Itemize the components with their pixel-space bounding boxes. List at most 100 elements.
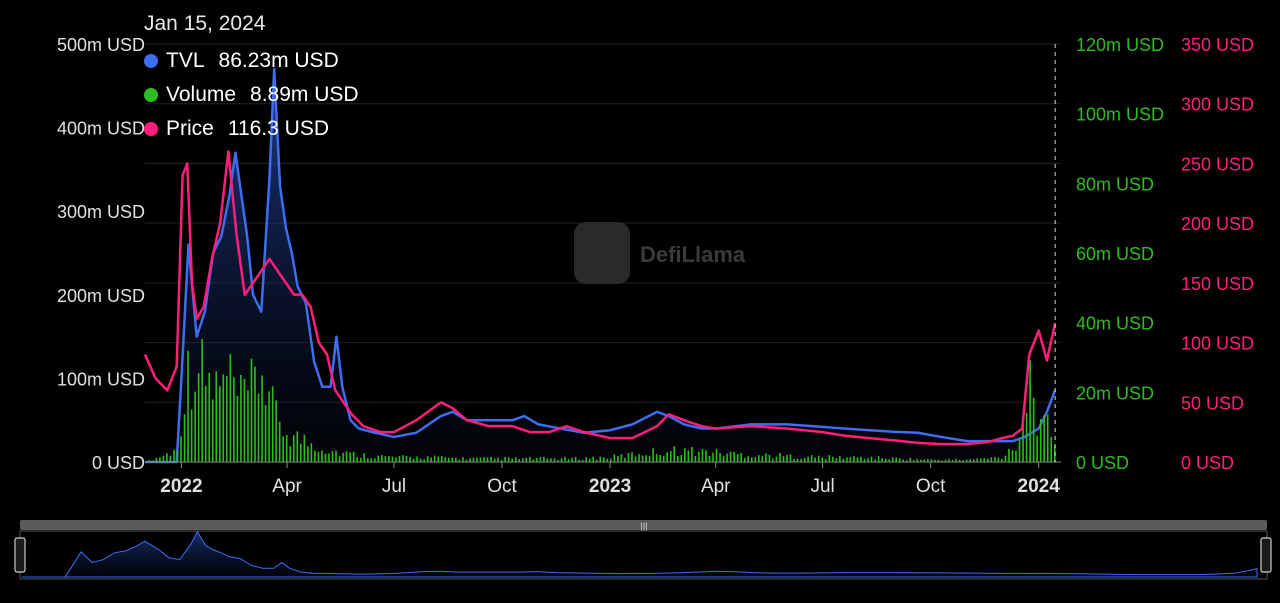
volume-bar [743, 457, 746, 462]
volume-bar [222, 374, 225, 462]
volume-bar [292, 435, 295, 462]
volume-bar [775, 456, 778, 462]
volume-bar [405, 455, 408, 462]
volume-bar [187, 350, 189, 462]
volume-bar [655, 454, 658, 462]
volume-bar [617, 456, 619, 462]
volume-bar [994, 457, 996, 462]
watermark-logo-icon [574, 222, 630, 284]
volume-bar [395, 457, 397, 462]
volume-bar [828, 455, 831, 462]
tooltip-tvl-value: 86.23m USD [218, 49, 339, 72]
price-axis-tick-label: 50 USD [1181, 393, 1244, 413]
tooltip-row-price: Price 116.3 USD [144, 112, 359, 146]
volume-bar [821, 457, 824, 462]
volume-bar [1015, 450, 1017, 462]
volume-bar [437, 456, 440, 462]
volume-bar [469, 458, 471, 462]
watermark-text: DefiLlama [640, 242, 746, 267]
navigator-right-handle[interactable] [1260, 537, 1272, 573]
volume-bar [849, 456, 852, 462]
volume-bar [525, 457, 528, 462]
volume-bar [627, 452, 630, 462]
volume-bar [684, 448, 686, 462]
volume-bar [1004, 455, 1007, 462]
tooltip-date: Jan 15, 2024 [144, 12, 266, 35]
volume-bar [388, 456, 390, 462]
volume-bar [726, 453, 728, 462]
volume-bar [877, 456, 880, 462]
x-axis-tick-label: 2023 [589, 476, 631, 497]
volume-bar [870, 456, 873, 462]
volume-bar [409, 456, 411, 462]
volume-bar [733, 451, 735, 462]
volume-bar [356, 457, 358, 462]
volume-bar [997, 457, 1000, 462]
volume-bar [810, 455, 813, 462]
volume-bar [514, 457, 517, 462]
volume-bar [236, 395, 239, 462]
volume-bar [190, 409, 193, 462]
volume-bar [243, 378, 246, 462]
volume-bar [666, 452, 669, 462]
volume-bar [233, 377, 235, 462]
volume-bar [359, 457, 362, 462]
price-axis-tick-label: 300 USD [1181, 95, 1254, 115]
volume-bar [659, 454, 661, 462]
volume-bar [328, 453, 330, 462]
volume-bar [486, 457, 489, 462]
volume-bar [155, 457, 158, 462]
volume-bar [300, 443, 302, 462]
volume-bar [511, 458, 513, 462]
volume-bar [257, 393, 260, 462]
volume-bar [162, 455, 165, 462]
tvl-axis-tick-label: 200m USD [57, 286, 145, 306]
tvl-axis-tick-label: 100m USD [57, 369, 145, 389]
volume-bar [765, 453, 767, 462]
navigator-left-handle[interactable] [14, 537, 26, 573]
volume-bar [159, 457, 161, 462]
volume-bar [416, 456, 418, 462]
volume-bar [391, 456, 394, 462]
volume-bar [197, 373, 200, 462]
volume-bar [483, 457, 485, 462]
volume-bar [338, 455, 341, 462]
volume-bar [747, 456, 750, 462]
tvl-axis-tick-label: 400m USD [57, 119, 145, 139]
volume-bar [479, 457, 482, 462]
volume-bar [698, 451, 700, 462]
volume-bar [1036, 435, 1038, 462]
volume-bar [226, 376, 228, 462]
volume-bar [321, 450, 323, 462]
volume-bar [377, 455, 380, 462]
volume-bar [374, 458, 376, 462]
volume-bar [669, 451, 672, 462]
volume-bar [736, 453, 739, 462]
volume-bar [215, 371, 218, 462]
volume-bar [835, 458, 838, 462]
volume-bar [687, 450, 690, 462]
range-navigator[interactable]: ||| [14, 520, 1272, 580]
volume-bar [278, 421, 281, 462]
volume-bar [680, 455, 683, 462]
volume-bar [610, 458, 612, 462]
volume-bar [768, 454, 771, 462]
volume-bar [786, 454, 788, 462]
chart-tooltip: Jan 15, 2024 TVL 86.23m USD Volume 8.89m… [144, 12, 359, 146]
volume-bar [497, 457, 499, 462]
volume-bar [440, 455, 443, 462]
volume-bar [507, 457, 510, 462]
volume-bar [691, 446, 693, 462]
volume-bar [211, 399, 214, 462]
volume-bar [1008, 448, 1010, 462]
x-axis-tick-label: Oct [916, 476, 946, 497]
volume-bar [648, 455, 651, 462]
volume-bar [1032, 397, 1035, 462]
volume-bar [444, 457, 447, 462]
volume-legend-dot-icon [144, 88, 158, 102]
volume-bar [613, 454, 616, 462]
price-axis-tick-label: 100 USD [1181, 334, 1254, 354]
volume-bar [402, 455, 404, 462]
volume-bar [451, 457, 454, 462]
volume-bar [462, 457, 464, 462]
